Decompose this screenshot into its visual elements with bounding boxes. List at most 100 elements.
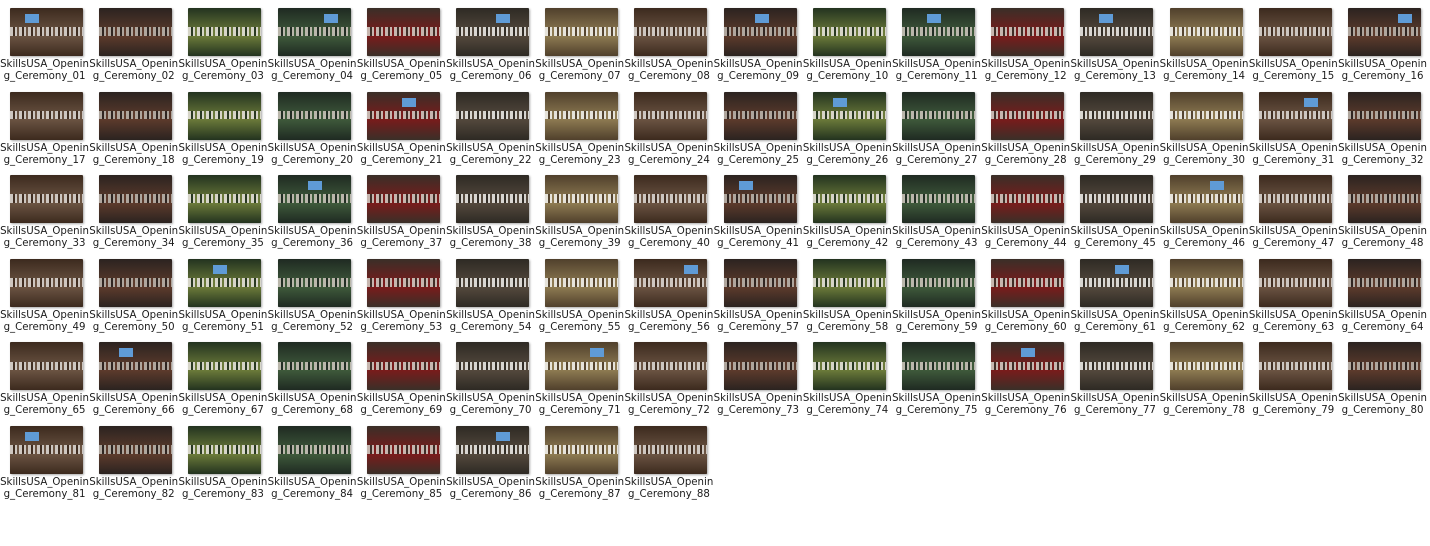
- file-item[interactable]: SkillsUSA_Opening_Ceremony_75: [892, 342, 981, 422]
- image-thumbnail[interactable]: [1258, 342, 1332, 391]
- image-thumbnail[interactable]: [991, 342, 1065, 391]
- file-item[interactable]: SkillsUSA_Opening_Ceremony_50: [89, 258, 178, 339]
- file-item[interactable]: SkillsUSA_Opening_Ceremony_53: [357, 258, 446, 339]
- file-item[interactable]: SkillsUSA_Opening_Ceremony_72: [624, 342, 713, 422]
- image-thumbnail[interactable]: [812, 175, 886, 224]
- file-item[interactable]: SkillsUSA_Opening_Ceremony_10: [803, 8, 892, 88]
- image-thumbnail[interactable]: [1258, 175, 1332, 224]
- image-thumbnail[interactable]: [456, 91, 529, 140]
- file-view[interactable]: SkillsUSA_Opening_Ceremony_01 SkillsUSA_O…: [0, 0, 1430, 546]
- file-item[interactable]: SkillsUSA_Opening_Ceremony_55: [535, 258, 624, 339]
- file-item[interactable]: SkillsUSA_Opening_Ceremony_33: [0, 175, 89, 255]
- image-thumbnail[interactable]: [1348, 258, 1421, 307]
- image-thumbnail[interactable]: [99, 175, 173, 224]
- image-thumbnail[interactable]: [723, 175, 797, 224]
- file-item[interactable]: SkillsUSA_Opening_Ceremony_68: [268, 342, 357, 422]
- file-item[interactable]: SkillsUSA_Opening_Ceremony_29: [1070, 91, 1159, 172]
- file-item[interactable]: SkillsUSA_Opening_Ceremony_30: [1160, 91, 1249, 172]
- file-item[interactable]: SkillsUSA_Opening_Ceremony_63: [1249, 258, 1338, 339]
- file-item[interactable]: SkillsUSA_Opening_Ceremony_37: [357, 175, 446, 255]
- image-thumbnail[interactable]: [1258, 8, 1332, 56]
- file-item[interactable]: SkillsUSA_Opening_Ceremony_20: [268, 91, 357, 172]
- file-item[interactable]: SkillsUSA_Opening_Ceremony_14: [1160, 8, 1249, 88]
- file-item[interactable]: SkillsUSA_Opening_Ceremony_83: [178, 426, 267, 506]
- file-item[interactable]: SkillsUSA_Opening_Ceremony_34: [89, 175, 178, 255]
- file-item[interactable]: SkillsUSA_Opening_Ceremony_32: [1338, 91, 1427, 172]
- file-item[interactable]: SkillsUSA_Opening_Ceremony_58: [803, 258, 892, 339]
- file-item[interactable]: SkillsUSA_Opening_Ceremony_02: [89, 8, 178, 88]
- file-item[interactable]: SkillsUSA_Opening_Ceremony_39: [535, 175, 624, 255]
- image-thumbnail[interactable]: [366, 175, 440, 224]
- image-thumbnail[interactable]: [366, 258, 440, 307]
- image-thumbnail[interactable]: [277, 258, 351, 307]
- image-thumbnail[interactable]: [366, 91, 440, 140]
- file-item[interactable]: SkillsUSA_Opening_Ceremony_06: [446, 8, 535, 88]
- image-thumbnail[interactable]: [277, 91, 351, 140]
- file-item[interactable]: SkillsUSA_Opening_Ceremony_18: [89, 91, 178, 172]
- file-item[interactable]: SkillsUSA_Opening_Ceremony_17: [0, 91, 89, 172]
- file-item[interactable]: SkillsUSA_Opening_Ceremony_73: [714, 342, 803, 422]
- image-thumbnail[interactable]: [456, 426, 529, 474]
- image-thumbnail[interactable]: [812, 342, 886, 391]
- file-item[interactable]: SkillsUSA_Opening_Ceremony_79: [1249, 342, 1338, 422]
- image-thumbnail[interactable]: [10, 426, 83, 474]
- file-item[interactable]: SkillsUSA_Opening_Ceremony_22: [446, 91, 535, 172]
- file-item[interactable]: SkillsUSA_Opening_Ceremony_87: [535, 426, 624, 506]
- image-thumbnail[interactable]: [1080, 91, 1154, 140]
- file-item[interactable]: SkillsUSA_Opening_Ceremony_43: [892, 175, 981, 255]
- image-thumbnail[interactable]: [277, 8, 351, 56]
- image-thumbnail[interactable]: [1169, 8, 1243, 56]
- image-thumbnail[interactable]: [723, 258, 797, 307]
- file-item[interactable]: SkillsUSA_Opening_Ceremony_67: [178, 342, 267, 422]
- image-thumbnail[interactable]: [1348, 8, 1421, 56]
- image-thumbnail[interactable]: [188, 342, 262, 391]
- file-item[interactable]: SkillsUSA_Opening_Ceremony_19: [178, 91, 267, 172]
- file-item[interactable]: SkillsUSA_Opening_Ceremony_36: [268, 175, 357, 255]
- image-thumbnail[interactable]: [1258, 91, 1332, 140]
- image-thumbnail[interactable]: [99, 8, 173, 56]
- file-item[interactable]: SkillsUSA_Opening_Ceremony_04: [268, 8, 357, 88]
- file-item[interactable]: SkillsUSA_Opening_Ceremony_44: [981, 175, 1070, 255]
- image-thumbnail[interactable]: [456, 175, 529, 224]
- file-item[interactable]: SkillsUSA_Opening_Ceremony_38: [446, 175, 535, 255]
- file-item[interactable]: SkillsUSA_Opening_Ceremony_46: [1160, 175, 1249, 255]
- file-item[interactable]: SkillsUSA_Opening_Ceremony_60: [981, 258, 1070, 339]
- image-thumbnail[interactable]: [99, 91, 173, 140]
- image-thumbnail[interactable]: [10, 258, 83, 307]
- file-item[interactable]: SkillsUSA_Opening_Ceremony_41: [714, 175, 803, 255]
- image-thumbnail[interactable]: [545, 426, 619, 474]
- file-item[interactable]: SkillsUSA_Opening_Ceremony_51: [178, 258, 267, 339]
- file-item[interactable]: SkillsUSA_Opening_Ceremony_86: [446, 426, 535, 506]
- image-thumbnail[interactable]: [634, 342, 708, 391]
- image-thumbnail[interactable]: [1080, 258, 1154, 307]
- file-item[interactable]: SkillsUSA_Opening_Ceremony_48: [1338, 175, 1427, 255]
- file-item[interactable]: SkillsUSA_Opening_Ceremony_61: [1070, 258, 1159, 339]
- file-item[interactable]: SkillsUSA_Opening_Ceremony_47: [1249, 175, 1338, 255]
- image-thumbnail[interactable]: [188, 8, 262, 56]
- image-thumbnail[interactable]: [634, 426, 708, 474]
- file-item[interactable]: SkillsUSA_Opening_Ceremony_88: [624, 426, 713, 506]
- image-thumbnail[interactable]: [723, 8, 797, 56]
- file-item[interactable]: SkillsUSA_Opening_Ceremony_11: [892, 8, 981, 88]
- file-item[interactable]: SkillsUSA_Opening_Ceremony_35: [178, 175, 267, 255]
- image-thumbnail[interactable]: [991, 8, 1065, 56]
- image-thumbnail[interactable]: [1169, 91, 1243, 140]
- file-item[interactable]: SkillsUSA_Opening_Ceremony_42: [803, 175, 892, 255]
- file-item[interactable]: SkillsUSA_Opening_Ceremony_54: [446, 258, 535, 339]
- image-thumbnail[interactable]: [1169, 258, 1243, 307]
- file-item[interactable]: SkillsUSA_Opening_Ceremony_81: [0, 426, 89, 506]
- file-item[interactable]: SkillsUSA_Opening_Ceremony_28: [981, 91, 1070, 172]
- file-item[interactable]: SkillsUSA_Opening_Ceremony_12: [981, 8, 1070, 88]
- file-item[interactable]: SkillsUSA_Opening_Ceremony_45: [1070, 175, 1159, 255]
- file-item[interactable]: SkillsUSA_Opening_Ceremony_62: [1160, 258, 1249, 339]
- image-thumbnail[interactable]: [545, 8, 619, 56]
- image-thumbnail[interactable]: [188, 91, 262, 140]
- image-thumbnail[interactable]: [10, 342, 83, 391]
- image-thumbnail[interactable]: [991, 91, 1065, 140]
- image-thumbnail[interactable]: [634, 258, 708, 307]
- file-item[interactable]: SkillsUSA_Opening_Ceremony_25: [714, 91, 803, 172]
- file-item[interactable]: SkillsUSA_Opening_Ceremony_05: [357, 8, 446, 88]
- image-thumbnail[interactable]: [366, 342, 440, 391]
- file-item[interactable]: SkillsUSA_Opening_Ceremony_78: [1160, 342, 1249, 422]
- image-thumbnail[interactable]: [991, 175, 1065, 224]
